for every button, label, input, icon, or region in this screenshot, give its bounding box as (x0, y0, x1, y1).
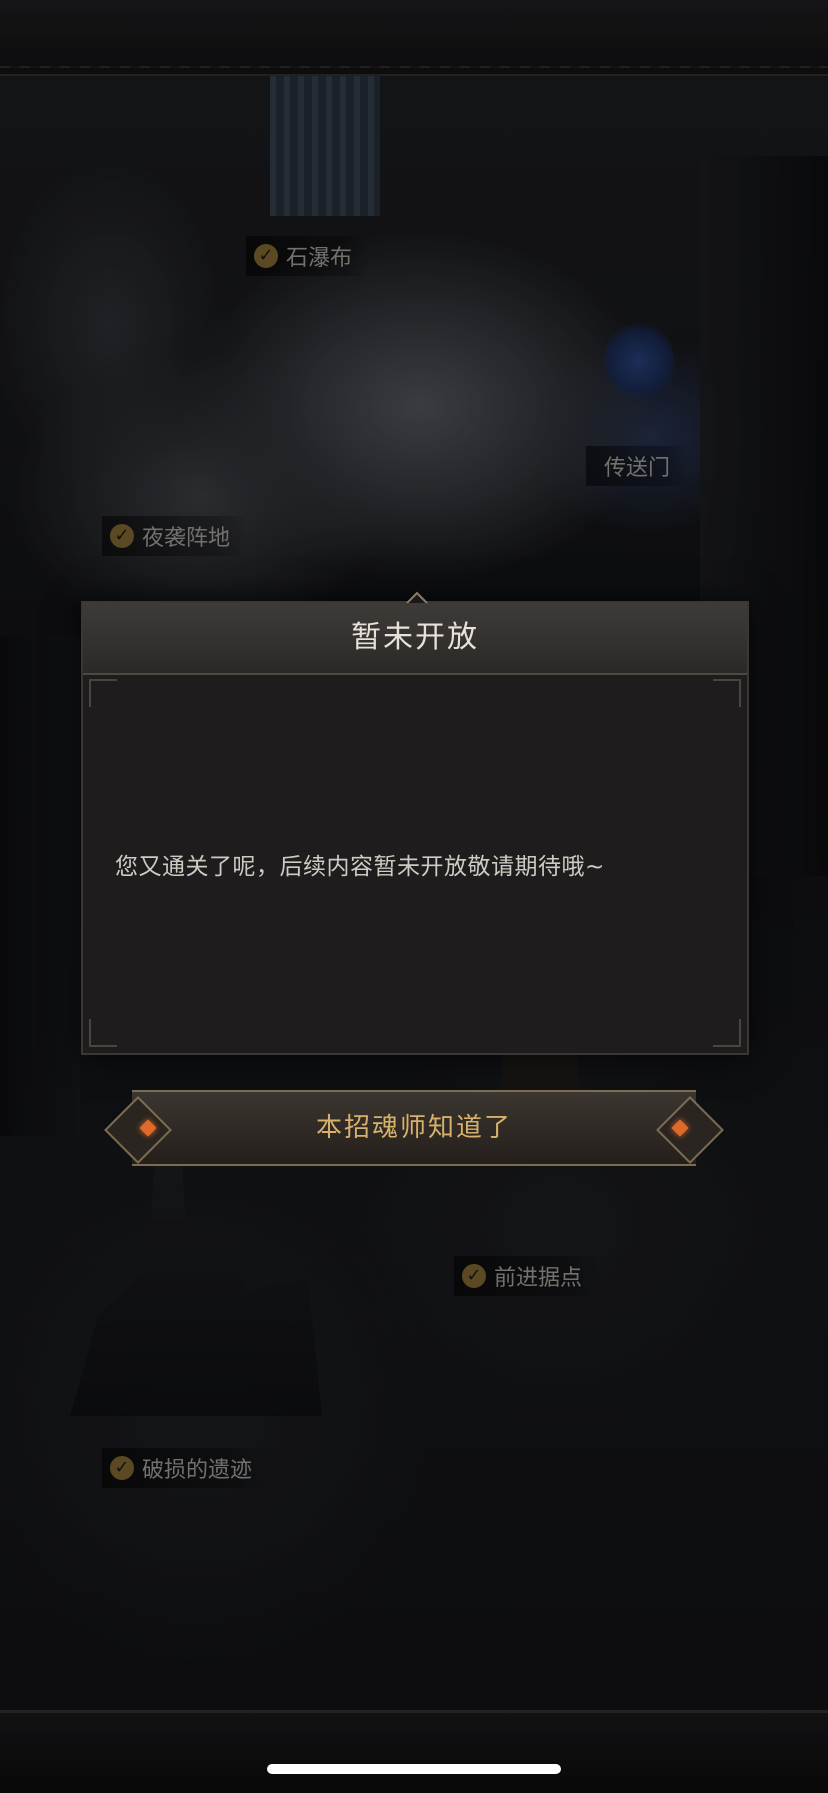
confirm-button[interactable]: 本招魂师知道了 (104, 1090, 724, 1166)
dialog-message: 您又通关了呢，后续内容暂未开放敬请期待哦~ (115, 854, 605, 880)
home-indicator[interactable] (267, 1764, 561, 1774)
corner-ornament-icon (89, 679, 117, 707)
corner-ornament-icon (89, 1019, 117, 1047)
corner-ornament-icon (713, 1019, 741, 1047)
confirm-button-label: 本招魂师知道了 (315, 1113, 512, 1143)
not-open-dialog: 暂未开放 您又通关了呢，后续内容暂未开放敬请期待哦~ (81, 591, 749, 1055)
corner-ornament-icon (713, 679, 741, 707)
dialog-title: 暂未开放 (83, 603, 747, 675)
